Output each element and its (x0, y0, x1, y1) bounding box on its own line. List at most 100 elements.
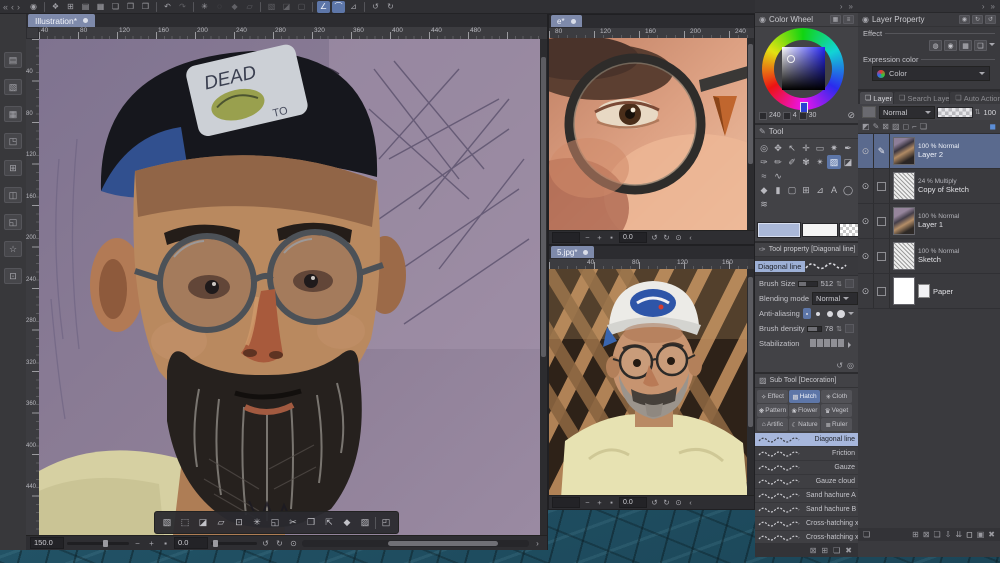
export-single-icon[interactable]: ❏ (109, 1, 122, 13)
gradient-icon[interactable]: ◪ (280, 1, 293, 13)
layer-thumbnail[interactable] (894, 243, 914, 269)
snap-grid-icon[interactable]: ⊿ (347, 1, 360, 13)
material-manga-icon[interactable]: ◳ (4, 133, 22, 149)
zoom-out-button[interactable]: − (583, 233, 592, 242)
extract-line-icon[interactable]: ▦ (959, 40, 972, 51)
transfer-down-icon[interactable]: ⇩ (945, 530, 952, 539)
onion-skin-icon[interactable]: ❏ (920, 122, 927, 131)
new-canvas-icon[interactable]: ⊞ (64, 1, 77, 13)
material-download-icon[interactable]: ☆ (4, 241, 22, 257)
watercolor-tool-icon[interactable]: ✾ (799, 155, 813, 169)
frame-border-tool-icon[interactable]: ⊞ (799, 183, 813, 197)
frame-icon[interactable]: ▢ (295, 1, 308, 13)
auto-select-tool-icon[interactable]: ✷ (827, 141, 841, 155)
tab-auto-action[interactable]: ❏ Auto Action (950, 92, 1000, 104)
subtool-category-button[interactable]: ❋ Pattern (757, 404, 788, 417)
figure-tool-icon[interactable]: ▢ (785, 183, 799, 197)
rotate-view-right-icon[interactable]: ↻ (384, 1, 397, 13)
layer-select-checkbox[interactable] (877, 217, 886, 226)
aa-medium-button[interactable] (825, 308, 833, 319)
aa-strong-button[interactable] (837, 308, 845, 319)
subtool-category-button[interactable]: ≣ Ruler (821, 418, 852, 431)
shrink-selection-icon[interactable]: ⊡ (231, 515, 247, 530)
tab-photo-reference[interactable]: 5.jpg* (551, 246, 594, 258)
stabilization-step[interactable] (817, 339, 823, 347)
subtool-list-item[interactable]: Gauze cloud (755, 475, 858, 489)
decoration-tool-icon[interactable]: ▨ (827, 155, 841, 169)
move-layer-tool-icon[interactable]: ✛ (799, 141, 813, 155)
toolbar-separator[interactable] (364, 2, 365, 12)
eraser-tool-icon[interactable]: ◪ (841, 155, 855, 169)
blend-tool-icon[interactable]: ≈ (757, 169, 771, 183)
canvas[interactable]: DEAD TO (39, 39, 540, 535)
tab-close-icon[interactable] (583, 250, 588, 255)
copy-paste-icon[interactable]: ❐ (303, 515, 319, 530)
redo-icon[interactable]: ↷ (176, 1, 189, 13)
sv-cursor[interactable] (787, 55, 795, 63)
text-tool-icon[interactable]: A (827, 183, 841, 197)
eyedropper-tool-icon[interactable]: ✒ (841, 141, 855, 155)
border-effect-icon[interactable]: ◍ (929, 40, 942, 51)
layer-reflect-icon[interactable]: ❏ (974, 40, 987, 51)
tab-eye-reference[interactable]: e* (551, 15, 582, 27)
fit-screen-button[interactable]: ▪ (160, 539, 171, 548)
material-color-pattern-icon[interactable]: ▧ (4, 79, 22, 95)
subtool-list-item[interactable]: Gauze (755, 461, 858, 475)
selection-tool-icon[interactable]: ▭ (813, 141, 827, 155)
flow-tool-icon[interactable]: ≋ (757, 197, 771, 211)
spinner-icon[interactable]: ⇅ (836, 280, 842, 288)
layer-row[interactable]: ⊙ ✎ Paper (858, 274, 1000, 309)
new-raster-layer-icon[interactable]: ⊞ (912, 530, 919, 539)
layer-color-icon[interactable]: ◼ (989, 122, 996, 131)
zoom-value[interactable]: 150.0 (30, 537, 64, 549)
subtool-list-item[interactable]: Sand hachure A (755, 489, 858, 503)
sub2-vertical-scrollbar[interactable] (747, 269, 754, 496)
panel-overflow-icon[interactable]: » (849, 2, 853, 11)
brightness-value[interactable]: 30 (809, 112, 817, 119)
launcher-divider[interactable] (375, 517, 376, 529)
delete-layer-icon[interactable]: ✖ (988, 530, 995, 539)
aa-weak-button[interactable] (814, 308, 822, 319)
material-image-icon[interactable]: ⊞ (4, 160, 22, 176)
layer-visibility-icon[interactable]: ⊙ (858, 274, 874, 308)
rotate-right-button[interactable]: ↻ (662, 233, 671, 242)
zoom-slider[interactable] (67, 542, 129, 545)
scale-rotate-icon[interactable]: ⇱ (321, 515, 337, 530)
toolbar-separator[interactable] (156, 2, 157, 12)
layer-name[interactable]: Sketch (918, 255, 959, 264)
selection-mode-icon[interactable]: ▧ (265, 1, 278, 13)
tab-illustration[interactable]: Illustration* (28, 14, 95, 27)
sub-color-swatch[interactable] (803, 224, 837, 236)
fit-button[interactable]: ▪ (607, 498, 616, 507)
zoom-out-button[interactable]: − (132, 539, 143, 548)
scroll-right-button[interactable]: › (532, 539, 543, 548)
new-folder-icon[interactable]: ❏ (934, 530, 941, 539)
tone-effect-icon[interactable]: ◉ (944, 40, 957, 51)
gradient-tool-icon[interactable]: ◆ (757, 183, 771, 197)
rotate-left-button[interactable]: ↺ (650, 233, 659, 242)
expression-color-dropdown[interactable]: Color (872, 66, 990, 81)
toolbar-separator[interactable] (193, 2, 194, 12)
fill-icon[interactable]: ◆ (228, 1, 241, 13)
tab-close-icon[interactable] (571, 19, 576, 24)
rotate-right-button[interactable]: ↻ (662, 498, 671, 507)
stabilization-step[interactable] (831, 339, 837, 347)
layer-name[interactable]: Paper (933, 287, 953, 296)
opacity-spinner-icon[interactable]: ⇅ (975, 108, 981, 116)
selected-subtool-strip[interactable]: Diagonal line (755, 257, 858, 276)
material-primary-icon[interactable]: ◱ (4, 214, 22, 230)
draft-layer-icon[interactable]: ✎ (873, 122, 880, 131)
reset-property-icon[interactable]: ↺ (985, 15, 996, 24)
main-color-swatch[interactable] (758, 223, 800, 237)
subtool-category-button[interactable]: ▩ Hatch (789, 390, 820, 403)
subtool-category-button[interactable]: ❀ Flower (789, 404, 820, 417)
stabilization-step[interactable] (824, 339, 830, 347)
panel-arrow-icon[interactable]: › (982, 2, 985, 11)
opacity-slider[interactable] (938, 108, 972, 117)
canvas-horizontal-scrollbar[interactable] (302, 540, 529, 547)
combine-below-icon[interactable]: ⇊ (955, 530, 962, 539)
subtool-list-item[interactable]: Cross-hatching x1 (755, 517, 858, 531)
layer-thumbnail[interactable] (894, 208, 914, 234)
rotate-left-button[interactable]: ↺ (260, 539, 271, 548)
fill-tool-icon[interactable]: ▮ (771, 183, 785, 197)
